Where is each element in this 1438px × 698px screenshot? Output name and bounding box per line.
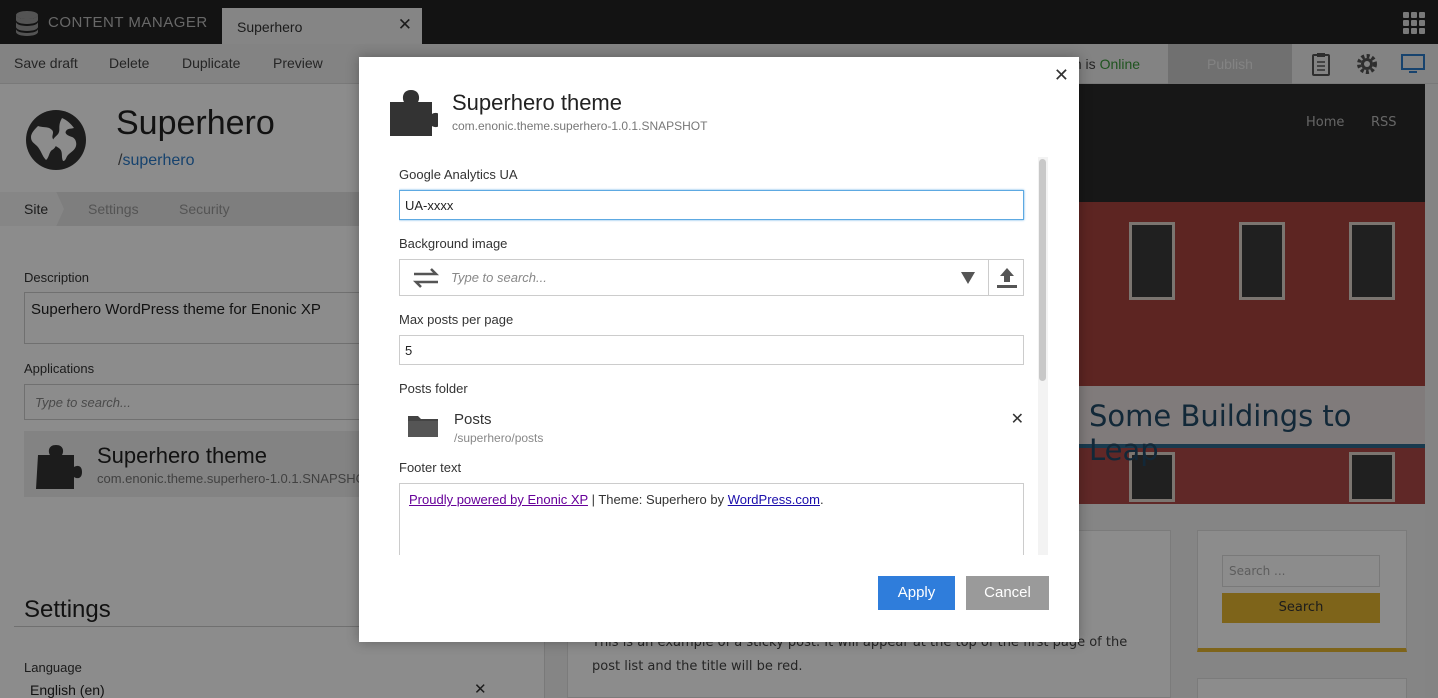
apply-button[interactable]: Apply <box>878 576 955 610</box>
footer-text-mid: | Theme: Superhero by <box>587 492 728 507</box>
upload-button[interactable] <box>988 260 1024 295</box>
dialog-title: Superhero theme <box>452 90 622 115</box>
upload-icon <box>997 268 1017 288</box>
folder-path: /superhero/posts <box>454 431 544 445</box>
app-config-dialog: ✕ Superhero theme com.enonic.theme.super… <box>359 57 1079 642</box>
footer-link-wordpress[interactable]: WordPress.com <box>728 492 820 507</box>
footer-text-end: . <box>819 492 824 507</box>
background-image-label: Background image <box>399 236 508 251</box>
dialog-form: Google Analytics UA UA-xxxx Background i… <box>399 157 1049 555</box>
close-icon[interactable]: ✕ <box>1054 65 1069 86</box>
posts-folder-label: Posts folder <box>399 381 468 396</box>
ga-input[interactable]: UA-xxxx <box>399 190 1024 220</box>
max-posts-input[interactable]: 5 <box>399 335 1024 365</box>
footer-text-label: Footer text <box>399 460 462 475</box>
cancel-button[interactable]: Cancel <box>966 576 1049 610</box>
posts-folder-item[interactable]: Posts /superhero/posts ✕ <box>399 403 1024 453</box>
swap-icon[interactable] <box>412 268 440 288</box>
folder-name: Posts <box>454 411 492 428</box>
dialog-subtitle: com.enonic.theme.superhero-1.0.1.SNAPSHO… <box>452 119 708 133</box>
ga-label: Google Analytics UA <box>399 167 518 182</box>
background-image-selector[interactable]: Type to search... <box>399 259 1024 296</box>
footer-text-editor[interactable]: Proudly powered by Enonic XP | Theme: Su… <box>399 483 1024 555</box>
max-posts-label: Max posts per page <box>399 312 514 327</box>
footer-link-enonic[interactable]: Proudly powered by Enonic XP <box>409 492 588 507</box>
close-icon[interactable]: ✕ <box>1011 409 1024 428</box>
puzzle-icon <box>390 90 438 136</box>
folder-icon <box>408 416 438 437</box>
dialog-scrollbar-thumb[interactable] <box>1039 159 1046 381</box>
background-image-search[interactable]: Type to search... <box>451 270 547 285</box>
chevron-down-icon[interactable] <box>961 272 975 284</box>
